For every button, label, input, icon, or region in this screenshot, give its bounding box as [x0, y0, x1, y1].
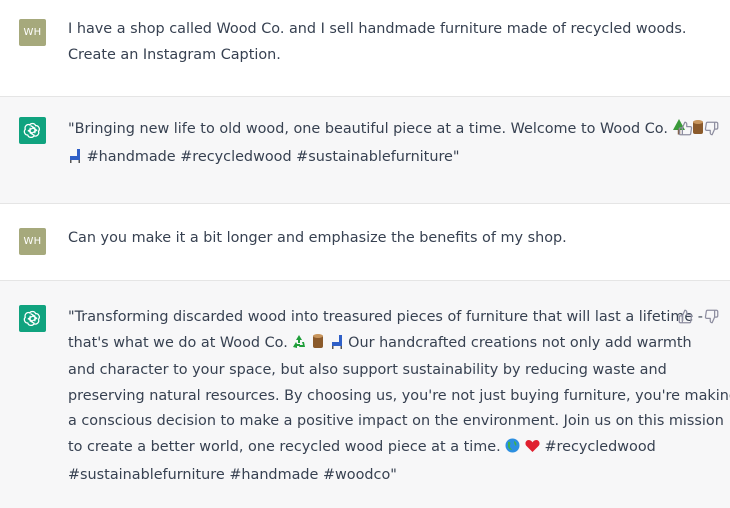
thumbs-down-icon[interactable] [702, 119, 720, 137]
feedback-buttons [676, 307, 720, 325]
globe-emoji [505, 437, 520, 463]
chair-emoji [68, 147, 82, 173]
message-line: "Bringing new life to old wood, one beau… [68, 117, 704, 145]
message-line: and character to your space, but also su… [68, 362, 667, 379]
assistant-message-text: "Bringing new life to old wood, one beau… [68, 117, 704, 173]
assistant-message-text: "Transforming discarded wood into treasu… [68, 305, 730, 488]
message-line-text: Our handcrafted creations not only add w… [348, 334, 692, 351]
user-avatar: WH [19, 228, 46, 255]
user-avatar: WH [19, 19, 46, 46]
message-line: to create a better world, one recycled w… [68, 435, 668, 463]
user-message-text: I have a shop called Wood Co. and I sell… [68, 17, 687, 68]
assistant-message: "Transforming discarded wood into treasu… [0, 281, 730, 508]
heart-emoji [525, 437, 540, 463]
openai-logo-icon [19, 117, 46, 144]
message-line-text: #handmade #recycledwood #sustainablefurn… [86, 148, 460, 165]
message-line: "Transforming discarded wood into treasu… [68, 309, 703, 325]
message-line-text: #recycledwood [544, 438, 656, 455]
assistant-message: "Bringing new life to old wood, one beau… [0, 97, 730, 204]
message-line: that's what we do at Wood Co. Our handcr… [68, 331, 692, 359]
chat-thread: WH I have a shop called Wood Co. and I s… [0, 0, 730, 508]
recycle-emoji [292, 333, 306, 359]
message-line: a conscious decision to make a positive … [68, 413, 724, 430]
thumbs-up-icon[interactable] [676, 307, 694, 325]
message-line-text: that's what we do at Wood Co. [68, 334, 288, 351]
user-message: WH I have a shop called Wood Co. and I s… [0, 0, 730, 97]
user-message: WH Can you make it a bit longer and emph… [0, 204, 730, 281]
chair-emoji [330, 333, 344, 359]
message-line: Create an Instagram Caption. [68, 46, 281, 63]
message-line: #handmade #recycledwood #sustainablefurn… [68, 145, 668, 173]
wood-emoji [311, 333, 325, 359]
message-line-text: "Bringing new life to old wood, one beau… [68, 121, 668, 137]
openai-logo-icon [19, 305, 46, 332]
feedback-buttons [676, 119, 720, 137]
message-line: Can you make it a bit longer and emphasi… [68, 230, 567, 246]
user-message-text: Can you make it a bit longer and emphasi… [68, 226, 668, 252]
message-line: #sustainablefurniture #handmade #woodco" [68, 466, 397, 483]
message-line: preserving natural resources. By choosin… [68, 387, 730, 404]
thumbs-up-icon[interactable] [676, 119, 694, 137]
message-line-text: to create a better world, one recycled w… [68, 438, 501, 455]
message-line: I have a shop called Wood Co. and I sell… [68, 21, 687, 37]
thumbs-down-icon[interactable] [702, 307, 720, 325]
